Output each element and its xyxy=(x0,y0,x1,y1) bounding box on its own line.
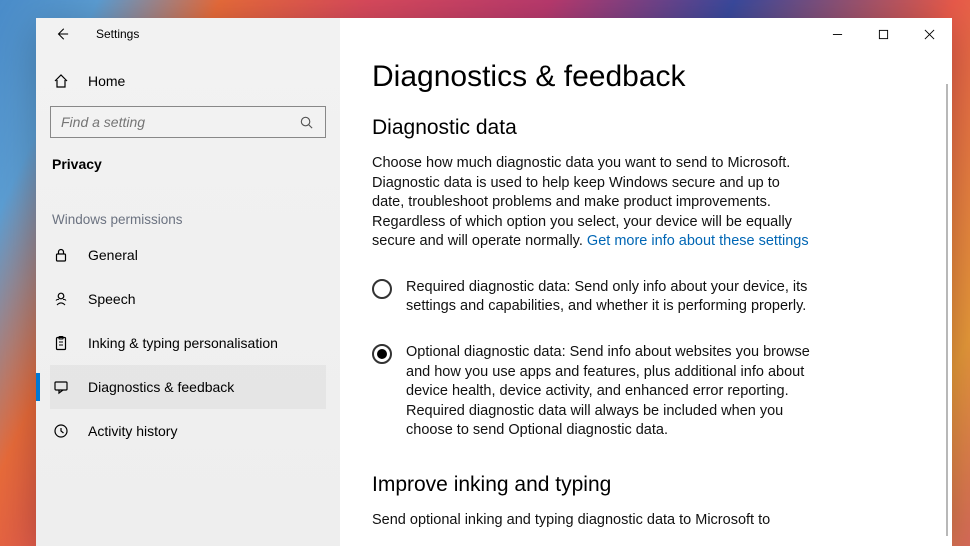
more-info-link[interactable]: Get more info about these settings xyxy=(587,233,809,249)
nav-label: Speech xyxy=(88,291,135,307)
nav-label: Diagnostics & feedback xyxy=(88,379,234,395)
sidebar-body: Home Privacy Windows permissions General xyxy=(36,50,340,453)
settings-window: Settings Home Privacy Windows permission… xyxy=(36,18,952,546)
section-title: Privacy xyxy=(50,138,326,182)
nav-label: Inking & typing personalisation xyxy=(88,335,278,351)
history-icon xyxy=(52,422,70,440)
search-box[interactable] xyxy=(50,106,326,138)
close-button[interactable] xyxy=(906,18,952,50)
radio-label-required: Required diagnostic data: Send only info… xyxy=(406,278,812,317)
sidebar: Settings Home Privacy Windows permission… xyxy=(36,18,340,546)
titlebar-left: Settings xyxy=(36,18,340,50)
home-icon xyxy=(52,72,70,90)
clipboard-icon xyxy=(52,334,70,352)
maximize-button[interactable] xyxy=(860,18,906,50)
home-nav[interactable]: Home xyxy=(50,60,326,102)
nav-label: Activity history xyxy=(88,423,177,439)
radio-icon xyxy=(372,279,392,299)
section-heading-data: Diagnostic data xyxy=(372,116,920,140)
maximize-icon xyxy=(874,25,892,43)
page-title: Diagnostics & feedback xyxy=(372,60,920,94)
search-icon xyxy=(297,113,315,131)
minimize-icon xyxy=(828,25,846,43)
radio-label-optional: Optional diagnostic data: Send info abou… xyxy=(406,343,812,441)
sidebar-item-activity[interactable]: Activity history xyxy=(50,409,326,453)
radio-required[interactable]: Required diagnostic data: Send only info… xyxy=(372,278,812,317)
section-inking: Improve inking and typing Send optional … xyxy=(372,473,920,531)
app-title: Settings xyxy=(96,27,139,41)
sidebar-item-inking[interactable]: Inking & typing personalisation xyxy=(50,321,326,365)
home-label: Home xyxy=(88,73,125,89)
sidebar-item-general[interactable]: General xyxy=(50,233,326,277)
radio-optional[interactable]: Optional diagnostic data: Send info abou… xyxy=(372,343,812,441)
content-area: Diagnostics & feedback Diagnostic data C… xyxy=(340,50,952,546)
section-heading-inking: Improve inking and typing xyxy=(372,473,920,497)
lock-icon xyxy=(52,246,70,264)
inking-description: Send optional inking and typing diagnost… xyxy=(372,511,812,531)
minimize-button[interactable] xyxy=(814,18,860,50)
main-panel: Diagnostics & feedback Diagnostic data C… xyxy=(340,18,952,546)
speech-icon xyxy=(52,290,70,308)
group-label: Windows permissions xyxy=(50,182,326,233)
diagnostic-description: Choose how much diagnostic data you want… xyxy=(372,154,812,252)
feedback-icon xyxy=(52,378,70,396)
sidebar-item-speech[interactable]: Speech xyxy=(50,277,326,321)
titlebar-right xyxy=(340,18,952,50)
scrollbar[interactable] xyxy=(946,84,948,536)
back-button[interactable] xyxy=(52,24,72,44)
nav-label: General xyxy=(88,247,138,263)
close-icon xyxy=(920,25,938,43)
sidebar-item-diagnostics[interactable]: Diagnostics & feedback xyxy=(50,365,326,409)
radio-icon xyxy=(372,344,392,364)
search-input[interactable] xyxy=(61,114,297,130)
arrow-left-icon xyxy=(53,25,71,43)
